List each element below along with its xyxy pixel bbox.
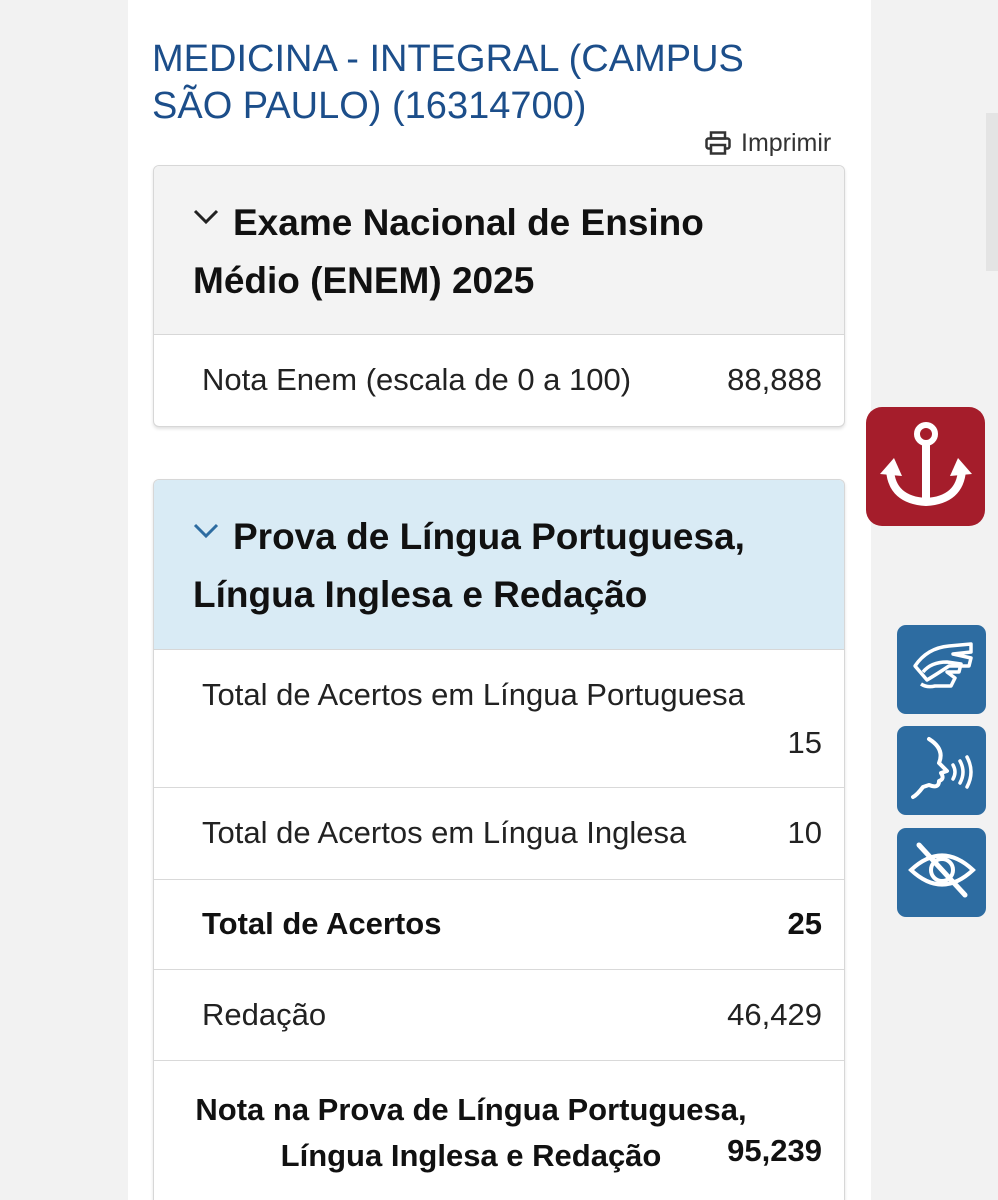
anchor-button[interactable] xyxy=(866,407,985,526)
table-row: Redação 46,429 xyxy=(154,970,844,1061)
table-row: Nota Enem (escala de 0 a 100) 88,888 xyxy=(154,335,844,425)
scrollbar-edge[interactable] xyxy=(986,113,998,271)
row-label: Total de Acertos em Língua Portuguesa xyxy=(202,677,745,712)
row-value: 88,888 xyxy=(727,362,822,397)
row-value: 15 xyxy=(787,725,822,760)
low-vision-button[interactable] xyxy=(897,828,986,917)
anchor-icon xyxy=(879,418,972,515)
enem-section-title: Exame Nacional de Ensino Médio (ENEM) 20… xyxy=(193,202,704,301)
row-value: 46,429 xyxy=(727,997,822,1032)
speaking-head-icon xyxy=(907,735,977,806)
prova-section-title: Prova de Língua Portuguesa, Língua Ingle… xyxy=(193,516,745,615)
course-title: MEDICINA - INTEGRAL (CAMPUS SÃO PAULO) (… xyxy=(152,38,744,127)
row-label: Nota na Prova de Língua Portuguesa, Líng… xyxy=(195,1092,747,1173)
row-label: Total de Acertos em Língua Inglesa xyxy=(202,815,687,850)
prova-card-header[interactable]: Prova de Língua Portuguesa, Língua Ingle… xyxy=(154,480,844,650)
table-row-total: Total de Acertos 25 xyxy=(154,880,844,970)
sign-language-icon xyxy=(907,636,977,703)
row-label: Redação xyxy=(202,997,327,1032)
enem-card-header[interactable]: Exame Nacional de Ensino Médio (ENEM) 20… xyxy=(154,166,844,335)
print-button[interactable]: Imprimir xyxy=(705,126,831,160)
audio-description-button[interactable] xyxy=(897,726,986,815)
print-label: Imprimir xyxy=(741,128,832,157)
row-label: Nota Enem (escala de 0 a 100) xyxy=(202,362,632,397)
row-value: 10 xyxy=(787,815,822,850)
row-label: Total de Acertos xyxy=(202,906,442,941)
printer-icon xyxy=(705,131,731,155)
table-row: Total de Acertos em Língua Inglesa 10 xyxy=(154,788,844,880)
eye-slash-icon xyxy=(907,839,977,906)
row-value: 25 xyxy=(787,906,822,941)
table-row: Total de Acertos em Língua Portuguesa 15 xyxy=(154,650,844,788)
enem-card: Exame Nacional de Ensino Médio (ENEM) 20… xyxy=(153,165,845,427)
prova-card: Prova de Língua Portuguesa, Língua Ingle… xyxy=(153,479,845,1200)
table-row-final-score: Nota na Prova de Língua Portuguesa, Líng… xyxy=(154,1061,844,1200)
row-value: 95,239 xyxy=(727,1133,822,1168)
page: MEDICINA - INTEGRAL (CAMPUS SÃO PAULO) (… xyxy=(0,0,998,1200)
sign-language-button[interactable] xyxy=(897,625,986,714)
